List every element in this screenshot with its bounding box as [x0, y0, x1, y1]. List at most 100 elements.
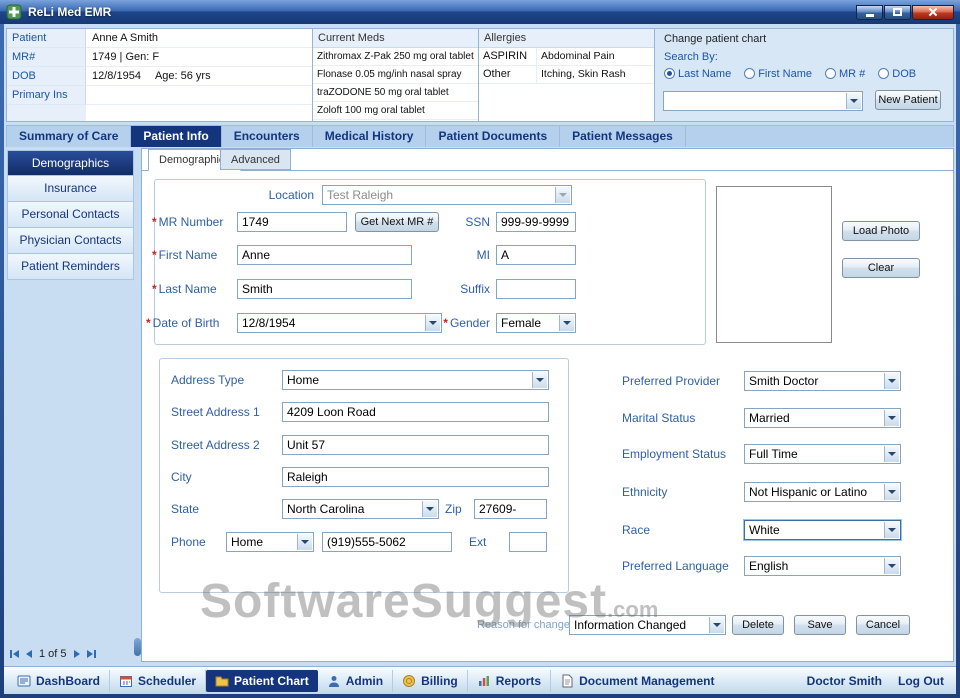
suffix-input[interactable] [496, 279, 576, 299]
patient-info-content: Demographics Advanced Location Test Rale… [141, 148, 954, 662]
street1-input[interactable] [282, 402, 549, 422]
scrollbar-thumb[interactable] [134, 638, 141, 656]
tab-patient-info[interactable]: Patient Info [131, 126, 222, 147]
sidebar-item-physician-contacts[interactable]: Physician Contacts [7, 228, 134, 254]
first-name-radio[interactable] [744, 68, 756, 79]
taskbar-item-document-management[interactable]: Document Management [551, 670, 723, 692]
ext-input[interactable] [509, 532, 547, 552]
marital-status-value: Married [749, 411, 790, 425]
maximize-icon [893, 8, 902, 16]
prev-record-button[interactable] [26, 650, 32, 658]
location-select[interactable]: Test Raleigh [322, 185, 572, 205]
state-select[interactable]: North Carolina [282, 499, 439, 519]
tab-patient-documents[interactable]: Patient Documents [426, 126, 561, 147]
table-row: Primary Ins [7, 86, 312, 105]
chevron-down-icon[interactable] [709, 617, 724, 633]
chevron-down-icon[interactable] [846, 93, 861, 109]
med-item: Zithromax Z-Pak 250 mg oral tablet [313, 48, 478, 66]
chevron-down-icon[interactable] [884, 446, 899, 462]
load-photo-button[interactable]: Load Photo [842, 221, 920, 241]
taskbar-item-admin[interactable]: Admin [318, 669, 394, 692]
race-select[interactable]: White [743, 519, 902, 541]
taskbar-label: Scheduler [138, 673, 197, 688]
employment-status-select[interactable]: Full Time [744, 444, 901, 464]
maximize-button[interactable] [884, 4, 911, 20]
taskbar-item-scheduler[interactable]: Scheduler [110, 669, 207, 692]
clear-photo-button[interactable]: Clear [842, 258, 920, 278]
next-record-button[interactable] [73, 650, 80, 658]
search-by-label: Search By: [664, 51, 718, 63]
delete-button[interactable]: Delete [732, 615, 784, 635]
close-icon [928, 7, 938, 17]
first-name-label: * First Name [152, 248, 237, 262]
marital-status-select[interactable]: Married [744, 408, 901, 428]
patient-label: Patient [7, 29, 86, 48]
logout-button[interactable]: Log Out [898, 674, 944, 688]
preferred-language-select[interactable]: English [744, 556, 901, 576]
city-input[interactable] [282, 467, 549, 487]
chevron-down-icon[interactable] [884, 410, 899, 426]
chevron-down-icon[interactable] [559, 315, 574, 331]
first-record-button[interactable] [10, 650, 19, 658]
taskbar-label: DashBoard [36, 673, 101, 688]
med-item: Zoloft 100 mg oral tablet [313, 102, 478, 120]
save-button[interactable]: Save [794, 615, 846, 635]
last-record-button[interactable] [86, 650, 96, 658]
mr-number-input[interactable] [237, 212, 347, 232]
sidebar-item-insurance[interactable]: Insurance [7, 176, 134, 202]
phone-number-input[interactable] [322, 532, 452, 552]
tab-patient-messages[interactable]: Patient Messages [560, 126, 686, 147]
dob-radio[interactable] [878, 68, 890, 79]
last-name-label-text: Last Name [158, 282, 217, 296]
dob-select[interactable]: 12/8/1954 [237, 313, 442, 333]
close-button[interactable] [912, 4, 954, 20]
taskbar-item-patient-chart[interactable]: Patient Chart [206, 669, 318, 692]
minimize-button[interactable] [856, 4, 883, 20]
chevron-down-icon[interactable] [884, 522, 899, 538]
patient-search-combobox[interactable] [663, 91, 863, 111]
cancel-button[interactable]: Cancel [856, 615, 910, 635]
sidebar-item-personal-contacts[interactable]: Personal Contacts [7, 202, 134, 228]
required-marker: * [152, 282, 157, 296]
tab-medical-history[interactable]: Medical History [313, 126, 427, 147]
address-type-value: Home [287, 373, 320, 387]
preferred-provider-select[interactable]: Smith Doctor [744, 371, 901, 391]
sidebar-item-demographics[interactable]: Demographics [7, 150, 134, 176]
ethnicity-select[interactable]: Not Hispanic or Latino [744, 482, 901, 502]
last-name-radio[interactable] [664, 68, 675, 79]
taskbar-item-dashboard[interactable]: DashBoard [8, 669, 111, 692]
mi-input[interactable] [496, 245, 576, 265]
zip-input[interactable] [474, 499, 547, 519]
ssn-input[interactable] [496, 212, 576, 232]
street2-input[interactable] [282, 435, 549, 455]
preferred-provider-value: Smith Doctor [749, 374, 819, 388]
gender-select[interactable]: Female [496, 313, 576, 333]
last-name-input[interactable] [237, 279, 412, 299]
tab-encounters[interactable]: Encounters [222, 126, 313, 147]
tab-summary-of-care[interactable]: Summary of Care [7, 126, 132, 147]
chevron-down-icon[interactable] [297, 534, 312, 550]
taskbar-item-reports[interactable]: Reports [468, 669, 552, 692]
chevron-down-icon[interactable] [422, 501, 437, 517]
chevron-down-icon[interactable] [884, 373, 899, 389]
subtab-advanced[interactable]: Advanced [220, 149, 291, 170]
get-next-mr-button[interactable]: Get Next MR # [355, 212, 439, 232]
new-patient-button[interactable]: New Patient [875, 90, 941, 110]
street1-label: Street Address 1 [171, 405, 260, 419]
phone-type-value: Home [231, 535, 264, 549]
phone-type-select[interactable]: Home [226, 532, 314, 552]
chevron-down-icon[interactable] [532, 372, 547, 388]
chevron-down-icon[interactable] [884, 484, 899, 500]
chevron-down-icon[interactable] [884, 558, 899, 574]
address-type-select[interactable]: Home [282, 370, 549, 390]
mr-number-radio[interactable] [824, 68, 836, 79]
reason-for-change-select[interactable]: Information Changed [569, 615, 726, 635]
first-name-input[interactable] [237, 245, 412, 265]
table-row: Patient Anne A Smith [7, 29, 312, 48]
sidebar-scrollbar [134, 150, 141, 660]
age-value: Age: 56 yrs [154, 70, 211, 82]
taskbar-item-billing[interactable]: Billing [393, 669, 468, 692]
sidebar-item-patient-reminders[interactable]: Patient Reminders [7, 254, 134, 280]
required-marker: * [152, 215, 157, 229]
patient-name-value: Anne A Smith [86, 29, 312, 48]
